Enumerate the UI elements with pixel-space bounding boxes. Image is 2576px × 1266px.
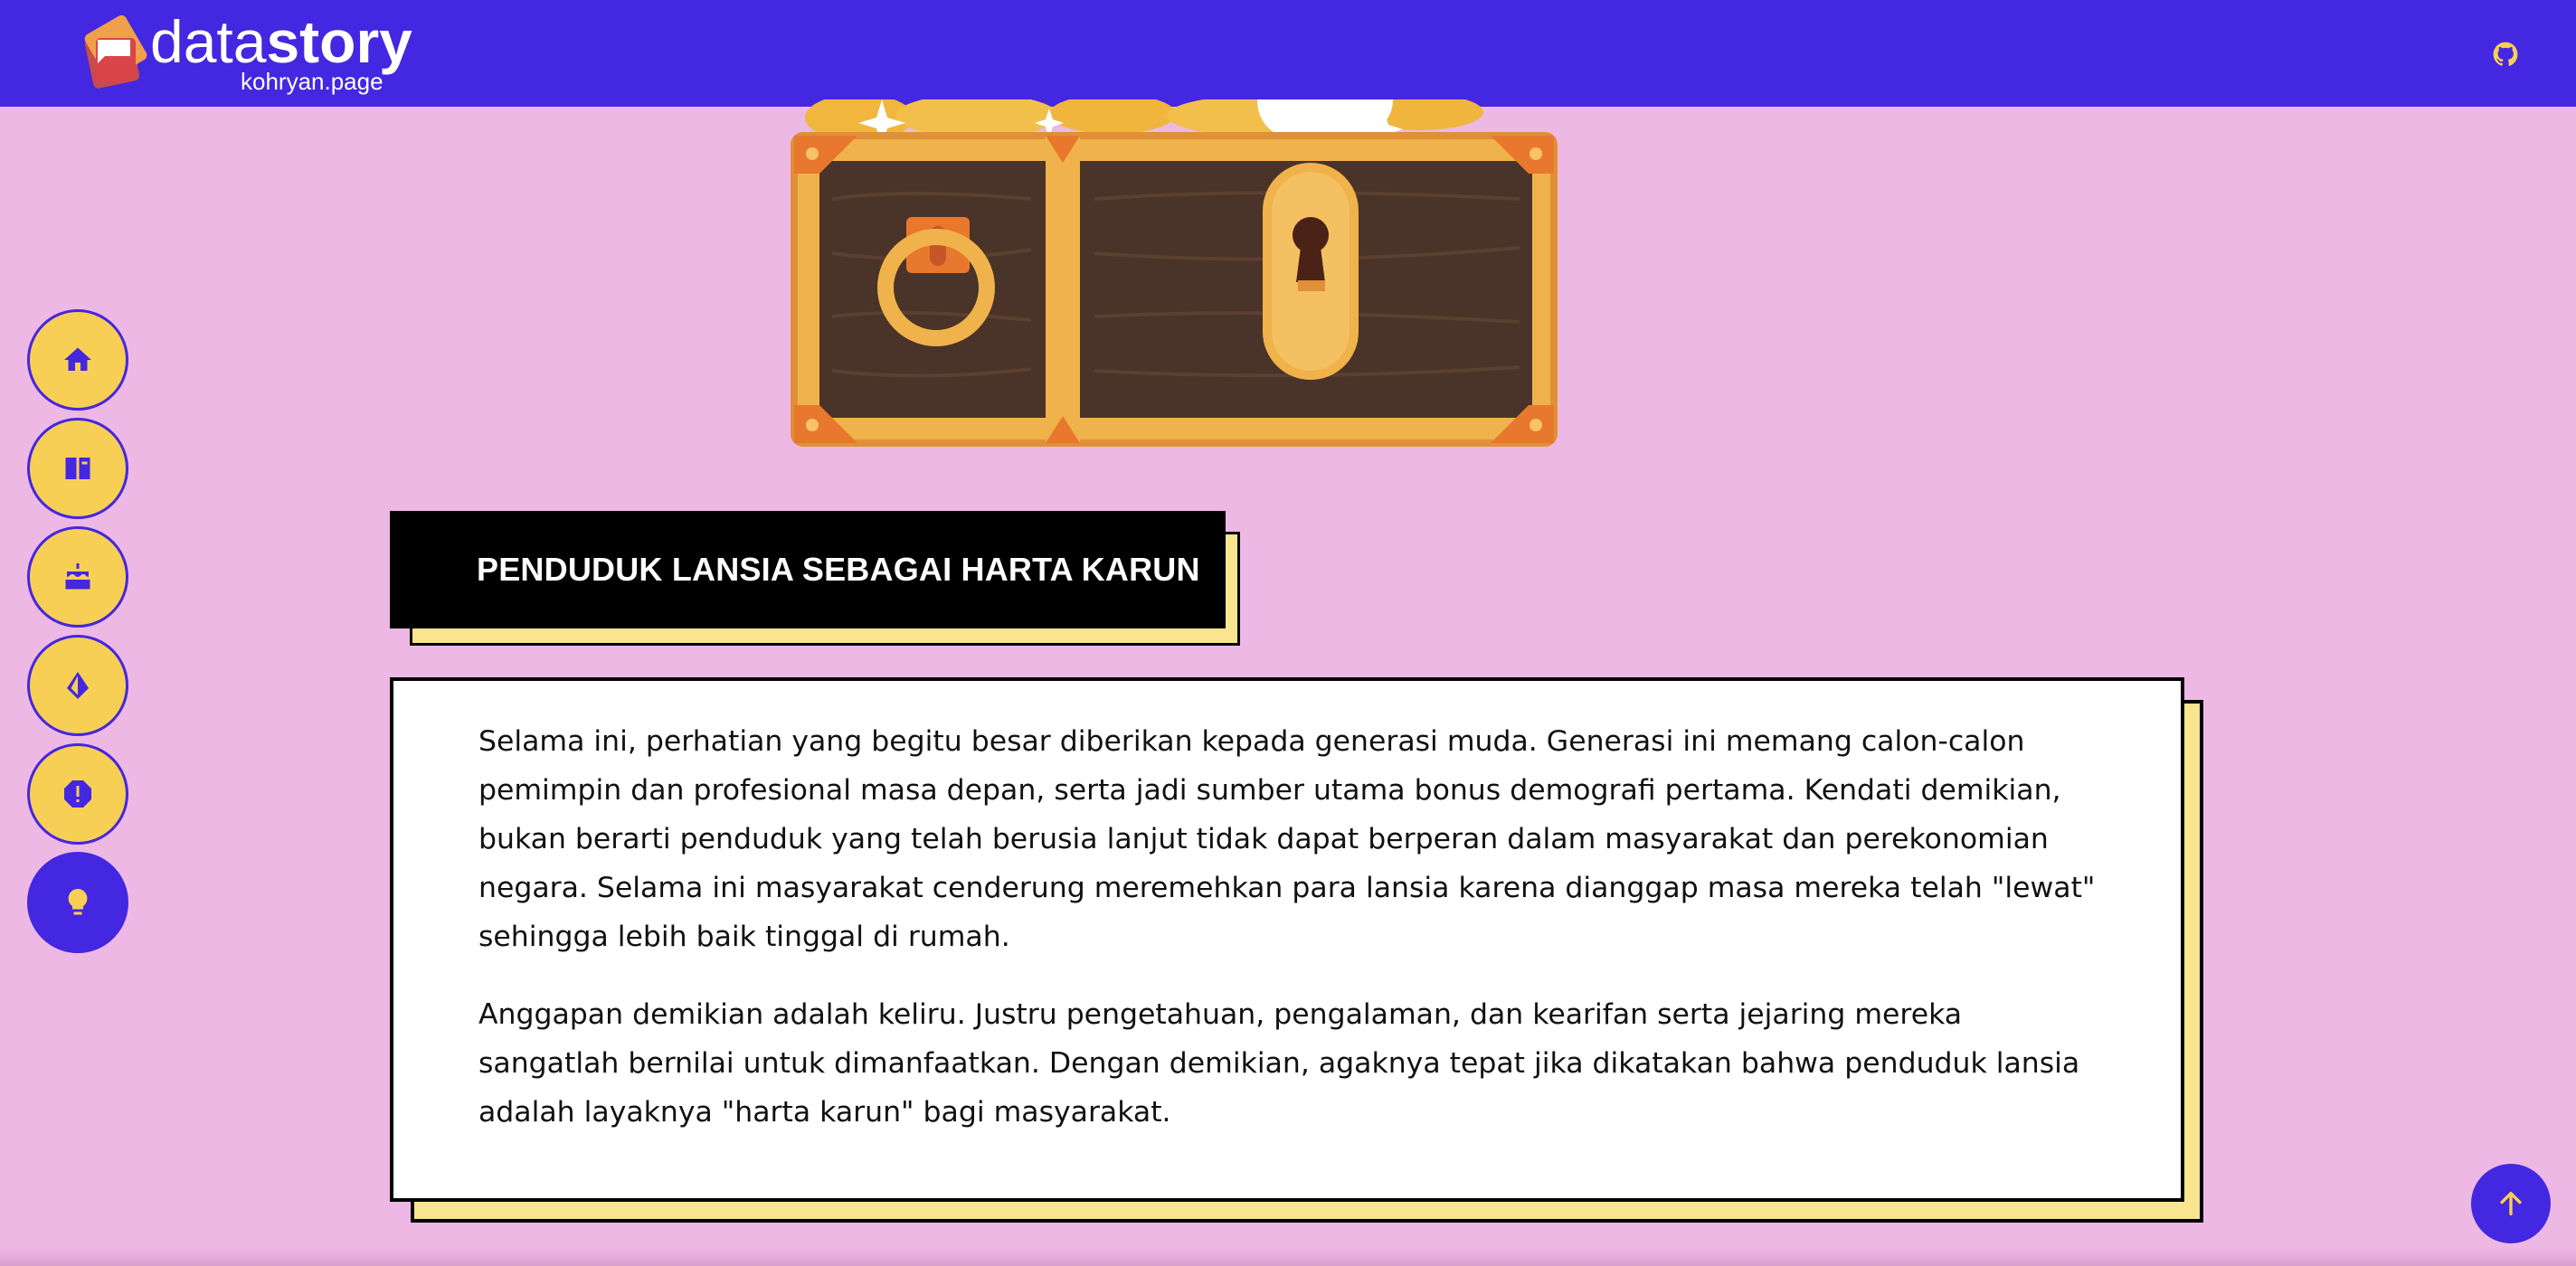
nav-alert-button[interactable] <box>27 743 128 845</box>
brand-subtitle: kohryan.page <box>241 68 384 95</box>
alert-icon <box>64 780 91 808</box>
bottom-edge <box>0 1248 2576 1266</box>
content-card: Selama ini, perhatian yang begitu besar … <box>390 677 2184 1202</box>
github-link[interactable] <box>2487 36 2524 72</box>
arrow-up-icon <box>2500 1191 2522 1216</box>
nav-idea-button[interactable] <box>27 852 128 953</box>
sail-icon <box>67 672 89 699</box>
scroll-to-top-button[interactable] <box>2471 1164 2551 1243</box>
cake-icon <box>65 563 90 590</box>
logo-mark-icon <box>84 14 147 89</box>
nav-book-button[interactable] <box>27 418 128 519</box>
nav-cake-button[interactable] <box>27 526 128 628</box>
nav-sail-button[interactable] <box>27 635 128 736</box>
section-heading: PENDUDUK LANSIA SEBAGAI HARTA KARUN <box>477 551 1200 588</box>
paragraph-2: Anggapan demikian adalah keliru. Justru … <box>478 998 2080 1129</box>
treasure-chest-illustration <box>791 99 1558 447</box>
home-icon <box>64 347 91 371</box>
paragraph-1: Selama ini, perhatian yang begitu besar … <box>478 725 2096 953</box>
github-icon <box>2493 42 2518 66</box>
top-navbar: datastory kohryan.page <box>0 0 2576 107</box>
brand-logo[interactable]: datastory kohryan.page <box>80 8 441 95</box>
section-heading-box: PENDUDUK LANSIA SEBAGAI HARTA KARUN <box>390 511 1226 628</box>
lightbulb-icon <box>68 889 88 915</box>
brand-name-light: data <box>150 8 267 75</box>
brand-name: datastory <box>150 7 412 76</box>
brand-name-bold: story <box>266 8 412 75</box>
book-icon <box>65 458 90 479</box>
nav-home-button[interactable] <box>27 309 128 411</box>
